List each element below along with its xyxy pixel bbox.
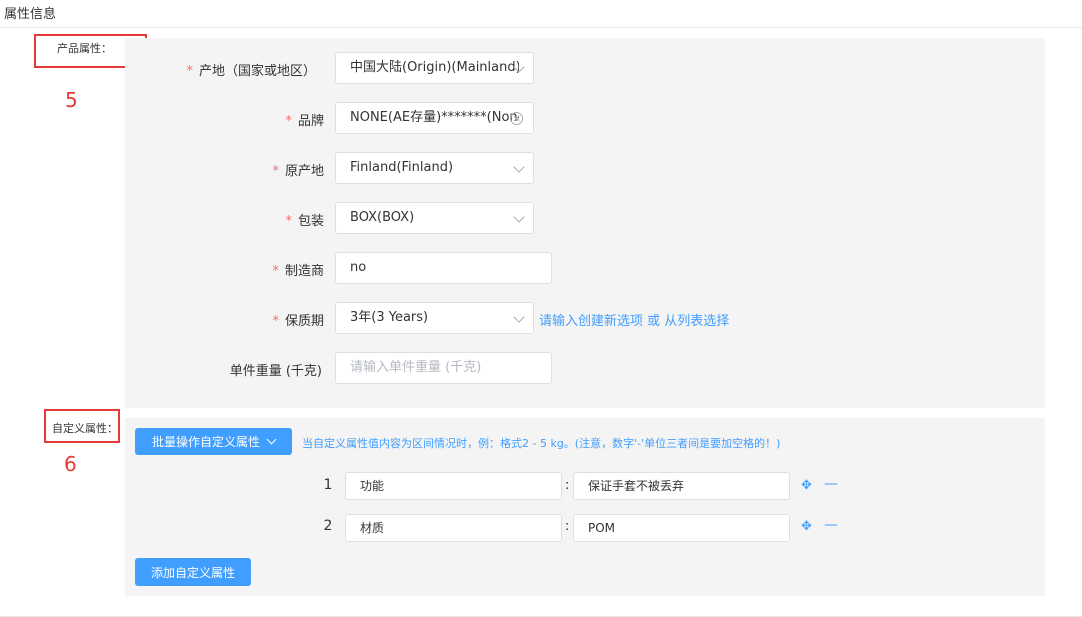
origin-label: * 产地（国家或地区） [186,64,316,79]
place-of-origin-label: * 原产地 [272,164,324,179]
attr-separator: : [565,478,570,493]
manufacturer-label: * 制造商 [272,264,324,279]
chevron-down-icon [513,161,525,173]
chevron-down-icon [513,61,525,73]
chevron-down-icon [266,434,277,445]
clear-icon[interactable] [510,112,523,125]
attr-name-input[interactable]: 材质 [345,514,562,542]
origin-select[interactable]: 中国大陆(Origin)(Mainland) [335,52,534,84]
section-title: 属性信息 [4,7,57,22]
row-index: 2 [323,518,333,534]
annotation-number-6: 6 [64,452,77,476]
custom-attributes-hint: 当自定义属性值内容为区间情况时，例：格式2 - 5 kg。(注意，数字'-'单位… [302,437,781,450]
move-icon[interactable]: ✥ [801,519,812,534]
brand-label: * 品牌 [285,114,324,129]
batch-custom-attributes-button[interactable]: 批量操作自定义属性 [135,428,292,455]
custom-attributes-label: 自定义属性： [52,422,118,435]
row-index: 1 [323,477,333,493]
remove-icon[interactable]: — [824,476,838,492]
manufacturer-input[interactable]: no [335,252,552,284]
attr-value-input[interactable]: 保证手套不被丢弃 [573,472,790,500]
chevron-down-icon [513,211,525,223]
product-attributes-label: 产品属性： [57,42,112,55]
place-of-origin-select[interactable]: Finland(Finland) [335,152,534,184]
add-custom-attribute-button[interactable]: 添加自定义属性 [135,558,251,586]
attr-separator: : [565,519,570,534]
chevron-down-icon [513,311,525,323]
packaging-select[interactable]: BOX(BOX) [335,202,534,234]
packaging-label: * 包装 [285,214,324,229]
attr-value-input[interactable]: POM [573,514,790,542]
move-icon[interactable]: ✥ [801,478,812,493]
header-divider [0,27,1082,28]
remove-icon[interactable]: — [824,517,838,533]
brand-select[interactable]: NONE(AE存量)*******(None) [335,102,534,134]
annotation-number-5: 5 [65,88,78,112]
unit-weight-label: 单件重量 (千克) [229,364,322,379]
shelf-life-select[interactable]: 3年(3 Years) [335,302,534,334]
attr-name-input[interactable]: 功能 [345,472,562,500]
unit-weight-input[interactable]: 请输入单件重量 (千克) [335,352,552,384]
create-or-select-hint[interactable]: 请输入创建新选项 或 从列表选择 [539,310,729,329]
shelf-life-label: * 保质期 [272,314,324,329]
